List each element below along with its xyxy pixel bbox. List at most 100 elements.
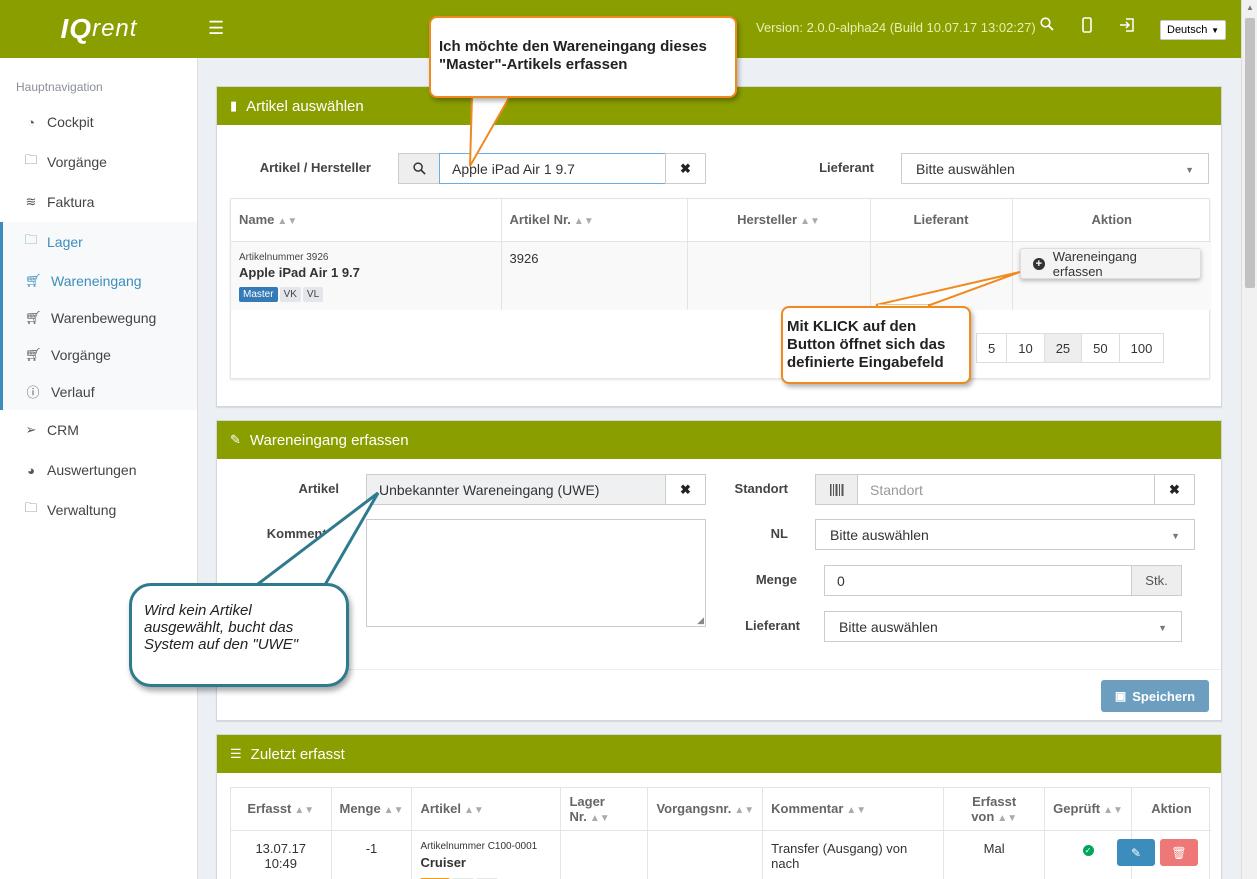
- supplier-label: Lieferant: [745, 618, 800, 633]
- sidebar-item-verwaltung[interactable]: 🗀 Verwaltung: [0, 490, 197, 530]
- page-size-10[interactable]: 10: [1006, 333, 1045, 363]
- sidebar-item-lager-vorgaenge[interactable]: 🛒︎ Vorgänge: [3, 336, 197, 373]
- sidebar-item-label: Lager: [47, 234, 83, 250]
- callout-button: Mit KLICK auf den Button öffnet sich das…: [781, 306, 971, 384]
- quantity-label: Menge: [755, 572, 797, 587]
- mobile-view-icon[interactable]: [1077, 17, 1097, 39]
- column-label: Kommentar: [771, 801, 844, 817]
- dashboard-icon: ◔: [27, 114, 35, 130]
- sort-icon: ▲▼: [997, 812, 1018, 824]
- sidebar-item-warenbewegung[interactable]: 🛒︎ Warenbewegung: [3, 299, 197, 336]
- callout-uwe: Wird kein Artikel ausgewählt, bucht das …: [129, 583, 349, 687]
- cell-article-nr: 3926: [501, 241, 688, 310]
- column-header-artikel[interactable]: Artikel ▲▼: [411, 788, 562, 830]
- sidebar-item-label: Faktura: [47, 194, 95, 210]
- save-button[interactable]: ▣ Speichern: [1101, 680, 1209, 712]
- supplier-select[interactable]: Bitte auswählen ▼: [901, 153, 1209, 184]
- cell-vorgangsnr: [647, 830, 764, 879]
- wareneingang-erfassen-button[interactable]: + Wareneingang erfassen: [1020, 248, 1201, 279]
- column-header-menge[interactable]: Menge ▲▼: [331, 788, 413, 830]
- list-icon: ☰: [230, 746, 242, 761]
- page-size-selector: 5 10 25 50 100: [976, 333, 1165, 363]
- column-header-erfasst[interactable]: Erfasst ▲▼: [231, 788, 332, 830]
- vertical-scrollbar[interactable]: ▲: [1241, 0, 1257, 879]
- sidebar-item-wareneingang[interactable]: 🛒︎ Wareneingang: [3, 262, 197, 299]
- recent-entries-header: ☰ Zuletzt erfasst: [217, 735, 1221, 773]
- app-logo[interactable]: IQ rent: [0, 0, 198, 58]
- column-header-lager-nr[interactable]: Lager Nr. ▲▼: [560, 788, 649, 830]
- sort-icon: ▲▼: [383, 805, 404, 817]
- article-manufacturer-label: Artikel / Hersteller: [259, 160, 371, 175]
- comment-label: Kommentar: [266, 526, 339, 541]
- sidebar-item-vorgaenge[interactable]: 🗀 Vorgänge: [0, 142, 197, 182]
- article-label: Artikel: [298, 481, 339, 496]
- goods-receipt-panel: ✎ Wareneingang erfassen Artikel Unbekannt…: [216, 420, 1222, 721]
- sidebar-item-auswertungen[interactable]: ◕ Auswertungen: [0, 450, 197, 490]
- sort-icon: ▲▼: [846, 805, 867, 817]
- book-icon: ▮: [230, 98, 238, 113]
- article-name: Cruiser: [420, 854, 466, 870]
- nl-label: NL: [770, 526, 788, 541]
- clear-search-button[interactable]: ✖: [665, 153, 706, 184]
- edit-row-button[interactable]: ✎: [1117, 839, 1155, 866]
- sidebar-item-label: Vorgänge: [51, 346, 111, 363]
- cell-supplier: [870, 241, 1013, 310]
- tag-vl: VL: [302, 286, 324, 302]
- tag-master: Master: [239, 286, 278, 302]
- scroll-up-icon[interactable]: ▲: [1246, 3, 1254, 12]
- page-size-25[interactable]: 25: [1043, 333, 1083, 363]
- column-label: Aktion: [1091, 212, 1132, 228]
- column-label: Lieferant: [913, 212, 969, 228]
- sidebar-item-label: Vorgänge: [47, 154, 107, 170]
- paper-plane-icon: ➢: [25, 422, 37, 437]
- location-input[interactable]: Standort: [857, 474, 1155, 505]
- column-header-erfasst-von[interactable]: Erfasst von ▲▼: [943, 788, 1046, 830]
- sidebar-item-lager[interactable]: 🗀 Lager: [3, 222, 197, 262]
- chevron-down-icon: ▼: [1185, 165, 1194, 175]
- page-size-5[interactable]: 5: [976, 333, 1008, 363]
- search-icon[interactable]: [1037, 17, 1057, 39]
- article-search-input[interactable]: Apple iPad Air 1 9.7: [439, 153, 666, 184]
- column-header-name[interactable]: Name ▲▼: [231, 199, 502, 241]
- column-label: Artikel Nr.: [509, 212, 571, 228]
- sidebar-item-label: Verwaltung: [47, 502, 117, 518]
- sort-icon: ▲▼: [277, 216, 298, 228]
- sidebar-item-cockpit[interactable]: ◔ Cockpit: [0, 102, 197, 142]
- logout-icon[interactable]: [1117, 17, 1137, 39]
- sidebar-item-crm[interactable]: ➢ CRM: [0, 410, 197, 450]
- folder-icon: 🗀: [24, 500, 38, 515]
- chevron-down-icon: ▼: [1171, 531, 1180, 541]
- location-label: Standort: [734, 481, 788, 496]
- nl-select[interactable]: Bitte auswählen ▼: [815, 519, 1195, 550]
- language-select[interactable]: Deutsch ▼: [1160, 20, 1226, 40]
- pie-chart-icon: ◕: [27, 462, 35, 478]
- clear-location-button[interactable]: ✖: [1154, 474, 1195, 505]
- scrollbar-thumb[interactable]: [1245, 18, 1255, 288]
- column-header-supplier: Lieferant: [870, 199, 1013, 241]
- column-header-geprueft[interactable]: Geprüft ▲▼: [1044, 788, 1132, 830]
- logo-iq: IQ: [60, 13, 93, 44]
- sort-icon: ▲▼: [463, 805, 484, 817]
- comment-textarea[interactable]: ◢: [366, 519, 706, 627]
- column-header-manufacturer[interactable]: Hersteller ▲▼: [687, 199, 871, 241]
- sidebar-item-verlauf[interactable]: ⓘ Verlauf: [3, 373, 197, 410]
- footer-divider: [217, 669, 1221, 670]
- column-header-action: Aktion: [1012, 199, 1211, 241]
- column-header-article-nr[interactable]: Artikel Nr. ▲▼: [501, 199, 688, 241]
- hamburger-menu-icon[interactable]: ☰: [208, 18, 226, 38]
- quantity-input[interactable]: 0: [824, 565, 1132, 596]
- quantity-unit: Stk.: [1131, 565, 1182, 596]
- page-size-50[interactable]: 50: [1081, 333, 1120, 363]
- search-icon[interactable]: [398, 153, 440, 184]
- page-size-100[interactable]: 100: [1118, 333, 1165, 363]
- sidebar-item-faktura[interactable]: ≋ Faktura: [0, 182, 197, 222]
- barcode-icon[interactable]: [815, 474, 858, 505]
- check-circle-icon: ✓: [1082, 844, 1094, 856]
- goods-supplier-select[interactable]: Bitte auswählen ▼: [824, 611, 1182, 642]
- column-header-vorgangsnr[interactable]: Vorgangsnr. ▲▼: [647, 788, 764, 830]
- column-header-kommentar[interactable]: Kommentar ▲▼: [762, 788, 945, 830]
- article-number-caption: Artikelnummer C100-0001: [420, 840, 538, 852]
- article-name: Apple iPad Air 1 9.7: [239, 264, 360, 280]
- delete-row-button[interactable]: 🗑︎: [1160, 839, 1198, 866]
- article-field[interactable]: Unbekannter Wareneingang (UWE): [366, 474, 666, 505]
